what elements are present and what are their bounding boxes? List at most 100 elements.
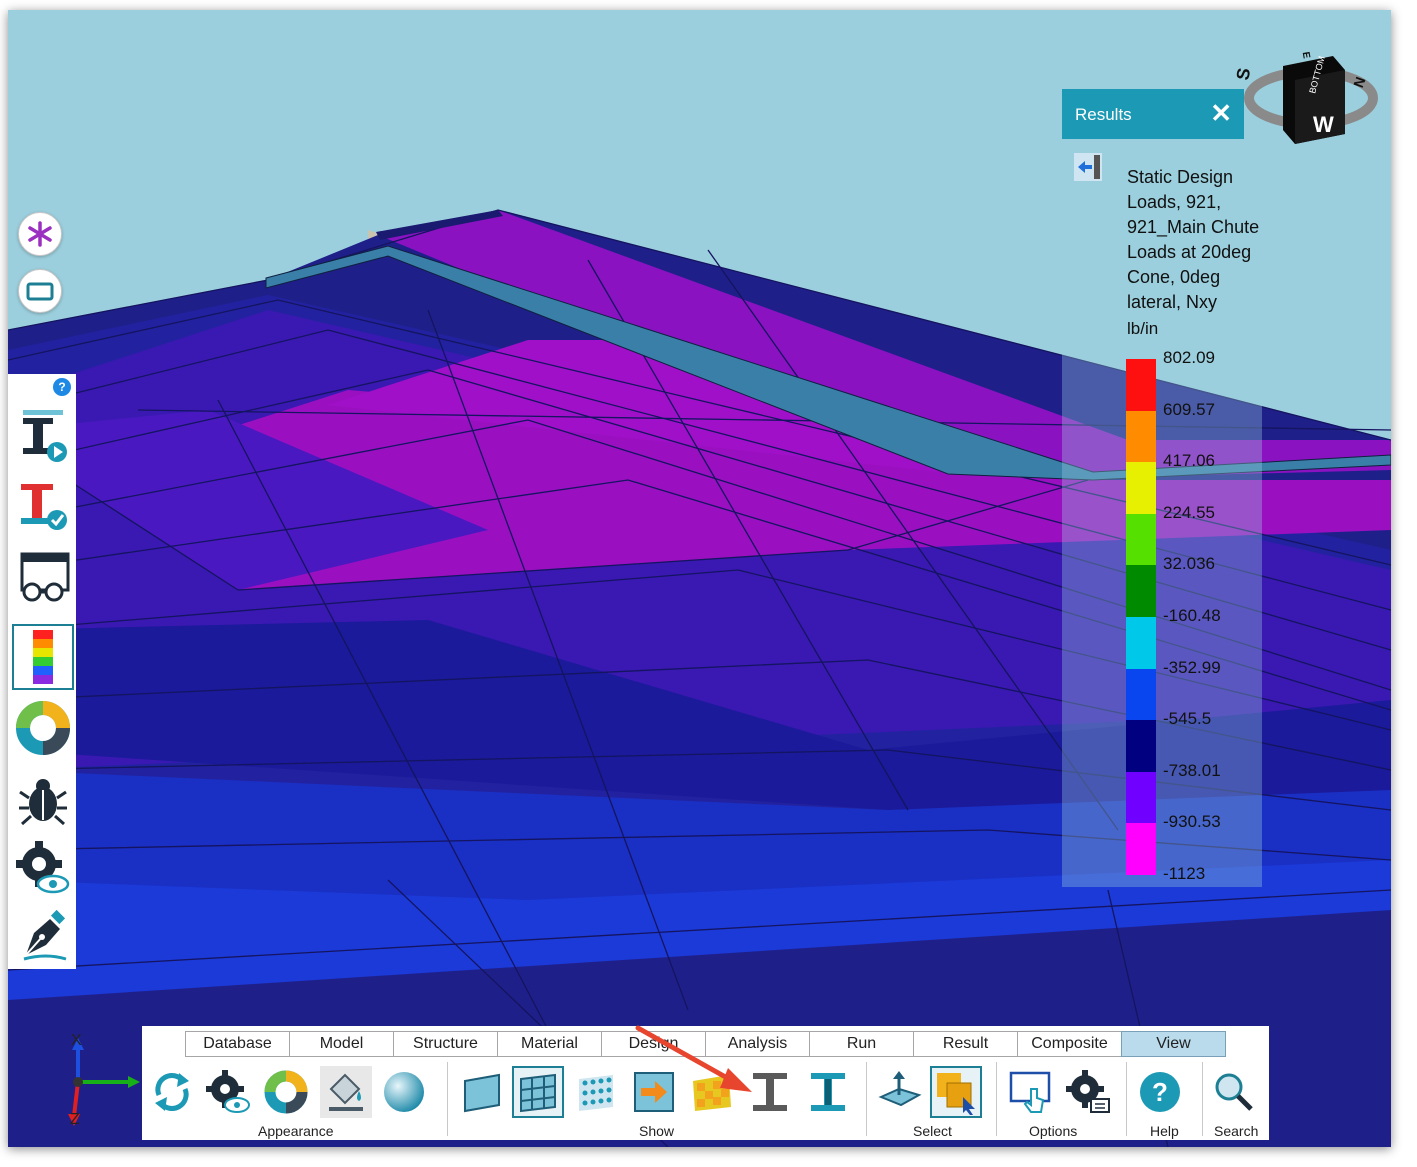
tab-composite[interactable]: Composite [1017, 1031, 1122, 1057]
group-separator [866, 1062, 867, 1136]
legend-value-label: -738.01 [1163, 760, 1221, 780]
color-scale-icon [33, 630, 53, 684]
beam-check-icon [21, 484, 67, 530]
beam-preview-tool[interactable] [12, 404, 74, 468]
pointer-options-button[interactable] [1004, 1066, 1056, 1118]
legend-value-label: 224.55 [1163, 502, 1215, 522]
legend-swatch [1126, 668, 1156, 721]
result-units: lb/in [1127, 319, 1159, 338]
pen-tool[interactable] [12, 904, 74, 968]
legend-swatch [1126, 565, 1156, 617]
help-badge[interactable]: ? [53, 378, 71, 396]
search-button[interactable] [1208, 1066, 1260, 1118]
plate-icon [464, 1073, 500, 1113]
tab-material[interactable]: Material [497, 1031, 602, 1057]
collapse-panel-icon[interactable] [1074, 153, 1102, 181]
results-panel-header: Results ✕ [1062, 89, 1244, 139]
view-cube[interactable]: BOTTOM W S N E [1233, 46, 1383, 146]
beam-play-icon [23, 410, 67, 462]
legend-value-label: 32.036 [1163, 554, 1215, 574]
show-mesh-button[interactable] [512, 1066, 564, 1118]
svg-text:?: ? [1152, 1077, 1168, 1107]
tab-database[interactable]: Database [185, 1031, 290, 1057]
group-label-appearance: Appearance [258, 1123, 334, 1139]
select-plane-button[interactable] [874, 1066, 926, 1118]
donut-icon [264, 1070, 308, 1114]
compass-letter-n: N [1350, 75, 1368, 90]
asterisk-icon [28, 221, 52, 247]
mesh-grid-icon [520, 1073, 556, 1113]
sphere-icon [384, 1072, 424, 1112]
bug-icon [19, 779, 67, 826]
select-window-button[interactable] [930, 1066, 982, 1118]
annotation-arrow [635, 1025, 752, 1092]
compass-letter-s: S [1233, 66, 1254, 81]
tab-view[interactable]: View [1121, 1031, 1226, 1057]
gear-eye-icon [16, 841, 70, 894]
fill-style-button[interactable] [320, 1066, 372, 1118]
snap-button[interactable] [18, 212, 62, 256]
contour-legend-tool[interactable] [12, 624, 74, 690]
group-label-search: Search [1214, 1123, 1259, 1139]
paint-bucket-icon [329, 1073, 363, 1111]
result-description: Static Design Loads, 921, 921_Main Chute… [1127, 167, 1260, 312]
color-scheme-button[interactable] [260, 1066, 312, 1118]
legend-value-label: -160.48 [1163, 606, 1221, 625]
legend-swatch [1126, 513, 1156, 566]
show-sections-button[interactable] [802, 1066, 854, 1118]
view-window-tool[interactable] [12, 544, 74, 608]
legend-value-label: -930.53 [1163, 812, 1221, 832]
dot-grid-icon [579, 1075, 613, 1111]
group-separator [447, 1062, 448, 1136]
legend-value-label: 417.06 [1163, 451, 1215, 471]
left-toolbar: ? [8, 374, 76, 969]
tab-result[interactable]: Result [913, 1031, 1018, 1057]
legend-value-label: 609.57 [1163, 399, 1215, 419]
beam-check-tool[interactable] [12, 474, 74, 538]
donut-icon [16, 701, 70, 755]
legend-value-label: -352.99 [1163, 657, 1221, 677]
rectangle-icon [26, 282, 54, 301]
help-button[interactable]: ? [1134, 1066, 1186, 1118]
legend-swatch [1126, 410, 1156, 463]
color-legend-bar [1126, 359, 1156, 875]
refresh-icon [155, 1073, 189, 1111]
legend-swatch [1126, 720, 1156, 772]
group-label-options: Options [1029, 1123, 1078, 1139]
tab-model[interactable]: Model [289, 1031, 394, 1057]
debug-tool[interactable] [12, 768, 74, 832]
glasses-window-icon [20, 552, 70, 602]
view-settings-tool[interactable] [12, 836, 74, 900]
group-separator [996, 1062, 997, 1136]
legend-swatch [1126, 823, 1156, 875]
compass-letter-e: E [1300, 51, 1312, 60]
group-label-select: Select [913, 1123, 952, 1139]
axis-label-x: X [71, 1032, 82, 1049]
display-settings-button[interactable] [202, 1066, 254, 1118]
legend-value-label: -545.5 [1163, 709, 1212, 729]
refresh-button[interactable] [146, 1066, 198, 1118]
color-wheel-tool[interactable] [12, 696, 74, 760]
app-window: ? BOTTOM W S N E Results ✕ Static Design… [8, 10, 1391, 1147]
group-label-help: Help [1150, 1123, 1179, 1139]
tab-structure[interactable]: Structure [393, 1031, 498, 1057]
gear-eye-icon [206, 1070, 250, 1113]
window-select-button[interactable] [18, 269, 62, 313]
show-nodes-button[interactable] [570, 1066, 622, 1118]
results-panel: Static Design Loads, 921, 921_Main Chute… [1062, 139, 1262, 887]
hand-pointer-icon [1009, 1071, 1051, 1113]
tab-run[interactable]: Run [809, 1031, 914, 1057]
results-title: Results [1075, 105, 1132, 124]
legend-swatch [1126, 462, 1156, 514]
settings-options-button[interactable] [1062, 1066, 1114, 1118]
shading-button[interactable] [378, 1066, 430, 1118]
gear-card-icon [1066, 1070, 1110, 1113]
legend-swatch [1126, 359, 1156, 411]
group-separator [1202, 1062, 1203, 1136]
question-icon: ? [1140, 1072, 1180, 1112]
axis-triad: X Z [68, 1032, 140, 1128]
legend-swatch [1126, 771, 1156, 824]
close-icon[interactable]: ✕ [1210, 99, 1232, 127]
show-plates-button[interactable] [456, 1066, 508, 1118]
legend-value-label: -1123 [1163, 864, 1206, 883]
